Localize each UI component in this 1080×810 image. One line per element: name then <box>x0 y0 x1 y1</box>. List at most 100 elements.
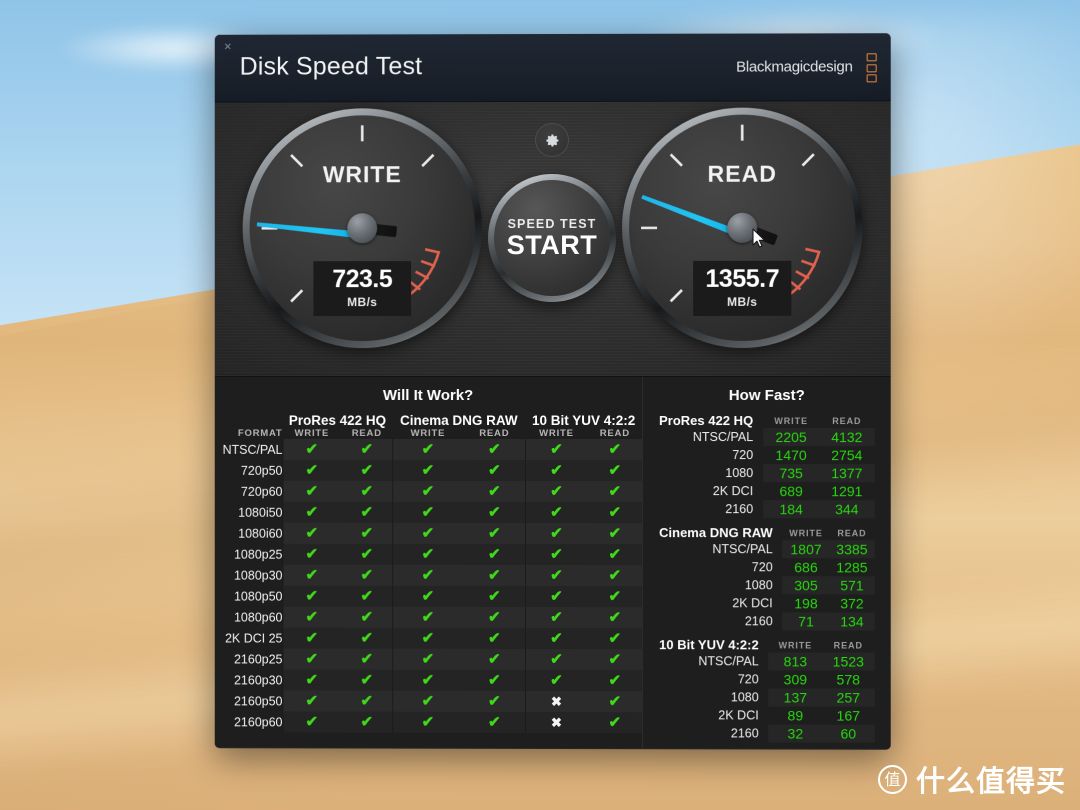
sub-header-row: FORMAT WRITE READ WRITE READ WRITE READ <box>215 428 642 439</box>
supported-check-icon: ✔ <box>282 501 342 523</box>
supported-check-icon: ✔ <box>587 586 643 608</box>
write-gauge: WRITE 723.5 MB/s <box>242 108 483 349</box>
supported-check-icon: ✔ <box>525 564 588 587</box>
how-fast-write-value: 198 <box>794 595 818 612</box>
yuv-write-header: WRITE <box>539 427 574 440</box>
supported-check-icon: ✔ <box>282 585 342 607</box>
brand-label: Blackmagicdesign <box>736 58 853 76</box>
supported-check-icon: ✔ <box>463 711 526 733</box>
format-column-header: FORMAT <box>237 427 283 439</box>
how-fast-read-value: 372 <box>840 595 864 612</box>
how-fast-format-cell: 1080 <box>730 690 759 705</box>
results-area: Will It Work? ProRes 422 HQ Cinema DNG R… <box>214 376 891 749</box>
supported-check-icon: ✔ <box>525 459 588 482</box>
how-fast-format-cell: 2K DCI <box>718 708 759 723</box>
watermark-text: 什么值得买 <box>915 764 1066 798</box>
how-fast-read-value: 60 <box>821 724 875 743</box>
table-row: 2K DCI 25 ✔ ✔ ✔ ✔ ✔ ✔ <box>215 627 643 650</box>
supported-check-icon: ✔ <box>525 522 588 545</box>
table-row: 2K DCI 198 372 <box>659 594 875 612</box>
supported-check-icon: ✔ <box>282 459 342 481</box>
unsupported-cross-icon: ✖ <box>525 711 588 734</box>
how-fast-write-value: 2205 <box>763 428 820 447</box>
will-it-work-rows: NTSC/PAL ✔ ✔ ✔ ✔ ✔ ✔ 720p50 ✔ ✔ ✔ ✔ ✔ ✔ 720p60 ✔ ✔ ✔ ✔ ✔ ✔ 10… <box>215 438 643 734</box>
supported-check-icon: ✔ <box>392 522 464 544</box>
how-fast-read-header: READ <box>832 415 862 426</box>
how-fast-read-value: 1377 <box>819 464 875 483</box>
supported-check-icon: ✔ <box>282 543 342 565</box>
supported-check-icon: ✔ <box>463 459 526 481</box>
supported-check-icon: ✔ <box>392 648 464 670</box>
how-fast-write-value: 32 <box>768 724 822 743</box>
format-cell: NTSC/PAL <box>222 442 283 457</box>
format-cell: 2160p60 <box>234 714 283 729</box>
how-fast-format-cell: NTSC/PAL <box>698 654 759 669</box>
supported-check-icon: ✔ <box>587 523 643 545</box>
how-fast-format-cell: NTSC/PAL <box>692 430 754 445</box>
supported-check-icon: ✔ <box>282 606 342 628</box>
write-needle-hub <box>347 213 378 244</box>
close-icon[interactable]: × <box>218 37 238 57</box>
speed-test-start-button[interactable]: SPEED TEST START <box>488 173 617 303</box>
supported-check-icon: ✔ <box>525 543 588 566</box>
supported-check-icon: ✔ <box>392 459 464 481</box>
supported-check-icon: ✔ <box>587 439 643 461</box>
table-row: 2160p30 ✔ ✔ ✔ ✔ ✔ ✔ <box>215 669 643 692</box>
how-fast-table: Cinema DNG RAW WRITE READ NTSC/PAL 1807 3385 7… <box>659 525 875 631</box>
dng-read-header: READ <box>479 427 510 439</box>
how-fast-header-row: 10 Bit YUV 4:2:2 WRITE READ <box>659 637 875 652</box>
supported-check-icon: ✔ <box>341 501 393 523</box>
supported-check-icon: ✔ <box>341 648 393 670</box>
how-fast-header-row: Cinema DNG RAW WRITE READ <box>659 525 875 540</box>
how-fast-section-title: Cinema DNG RAW <box>659 525 773 541</box>
write-value: 723.5 <box>332 265 393 294</box>
supported-check-icon: ✔ <box>587 481 643 503</box>
group-header-row: ProRes 422 HQ Cinema DNG RAW 10 Bit YUV … <box>215 413 642 428</box>
how-fast-write-header: WRITE <box>789 527 823 538</box>
supported-check-icon: ✔ <box>587 649 643 671</box>
supported-check-icon: ✔ <box>525 606 588 629</box>
table-row: 2160 32 60 <box>659 724 875 743</box>
supported-check-icon: ✔ <box>392 480 464 502</box>
how-fast-write-value: 689 <box>779 483 803 500</box>
settings-button[interactable] <box>535 122 570 158</box>
how-fast-write-value: 813 <box>768 652 822 671</box>
watermark: 值 什么值得买 <box>877 758 1066 800</box>
supported-check-icon: ✔ <box>282 669 342 691</box>
read-gauge-label: READ <box>707 160 777 187</box>
supported-check-icon: ✔ <box>587 712 643 734</box>
table-row: NTSC/PAL 813 1523 <box>659 652 875 671</box>
table-row: 2K DCI 89 167 <box>659 706 875 724</box>
table-row: 1080p25 ✔ ✔ ✔ ✔ ✔ ✔ <box>215 543 643 566</box>
table-row: 720 1470 2754 <box>659 446 875 464</box>
supported-check-icon: ✔ <box>525 627 588 650</box>
how-fast-format-cell: 2K DCI <box>732 596 773 611</box>
supported-check-icon: ✔ <box>525 585 588 608</box>
table-row: NTSC/PAL 1807 3385 <box>659 540 875 559</box>
unsupported-cross-icon: ✖ <box>525 690 588 713</box>
how-fast-read-value: 1523 <box>821 652 875 671</box>
supported-check-icon: ✔ <box>525 648 588 671</box>
read-gauge: READ 1355.7 MB/s <box>622 107 863 348</box>
will-it-work-panel: Will It Work? ProRes 422 HQ Cinema DNG R… <box>215 377 643 748</box>
group-header-prores: ProRes 422 HQ <box>288 412 387 428</box>
table-row: 1080 305 571 <box>659 576 875 595</box>
supported-check-icon: ✔ <box>341 564 393 586</box>
how-fast-header-row: ProRes 422 HQ WRITE READ <box>659 413 875 428</box>
page-title: Disk Speed Test <box>239 52 423 81</box>
format-cell: 720p50 <box>240 463 283 478</box>
supported-check-icon: ✔ <box>587 670 643 692</box>
how-fast-section-title: ProRes 422 HQ <box>659 413 754 429</box>
supported-check-icon: ✔ <box>525 480 588 503</box>
how-fast-format-cell: 720 <box>751 560 773 575</box>
format-cell: 720p60 <box>240 484 283 499</box>
table-row: 720p60 ✔ ✔ ✔ ✔ ✔ ✔ <box>215 480 643 503</box>
write-unit: MB/s <box>347 294 378 309</box>
supported-check-icon: ✔ <box>341 669 393 691</box>
how-fast-write-value: 305 <box>782 576 830 595</box>
group-header-yuv: 10 Bit YUV 4:2:2 <box>531 412 636 429</box>
supported-check-icon: ✔ <box>392 543 464 565</box>
table-row: 2160p25 ✔ ✔ ✔ ✔ ✔ ✔ <box>215 648 643 671</box>
supported-check-icon: ✔ <box>525 669 588 692</box>
supported-check-icon: ✔ <box>463 564 526 586</box>
